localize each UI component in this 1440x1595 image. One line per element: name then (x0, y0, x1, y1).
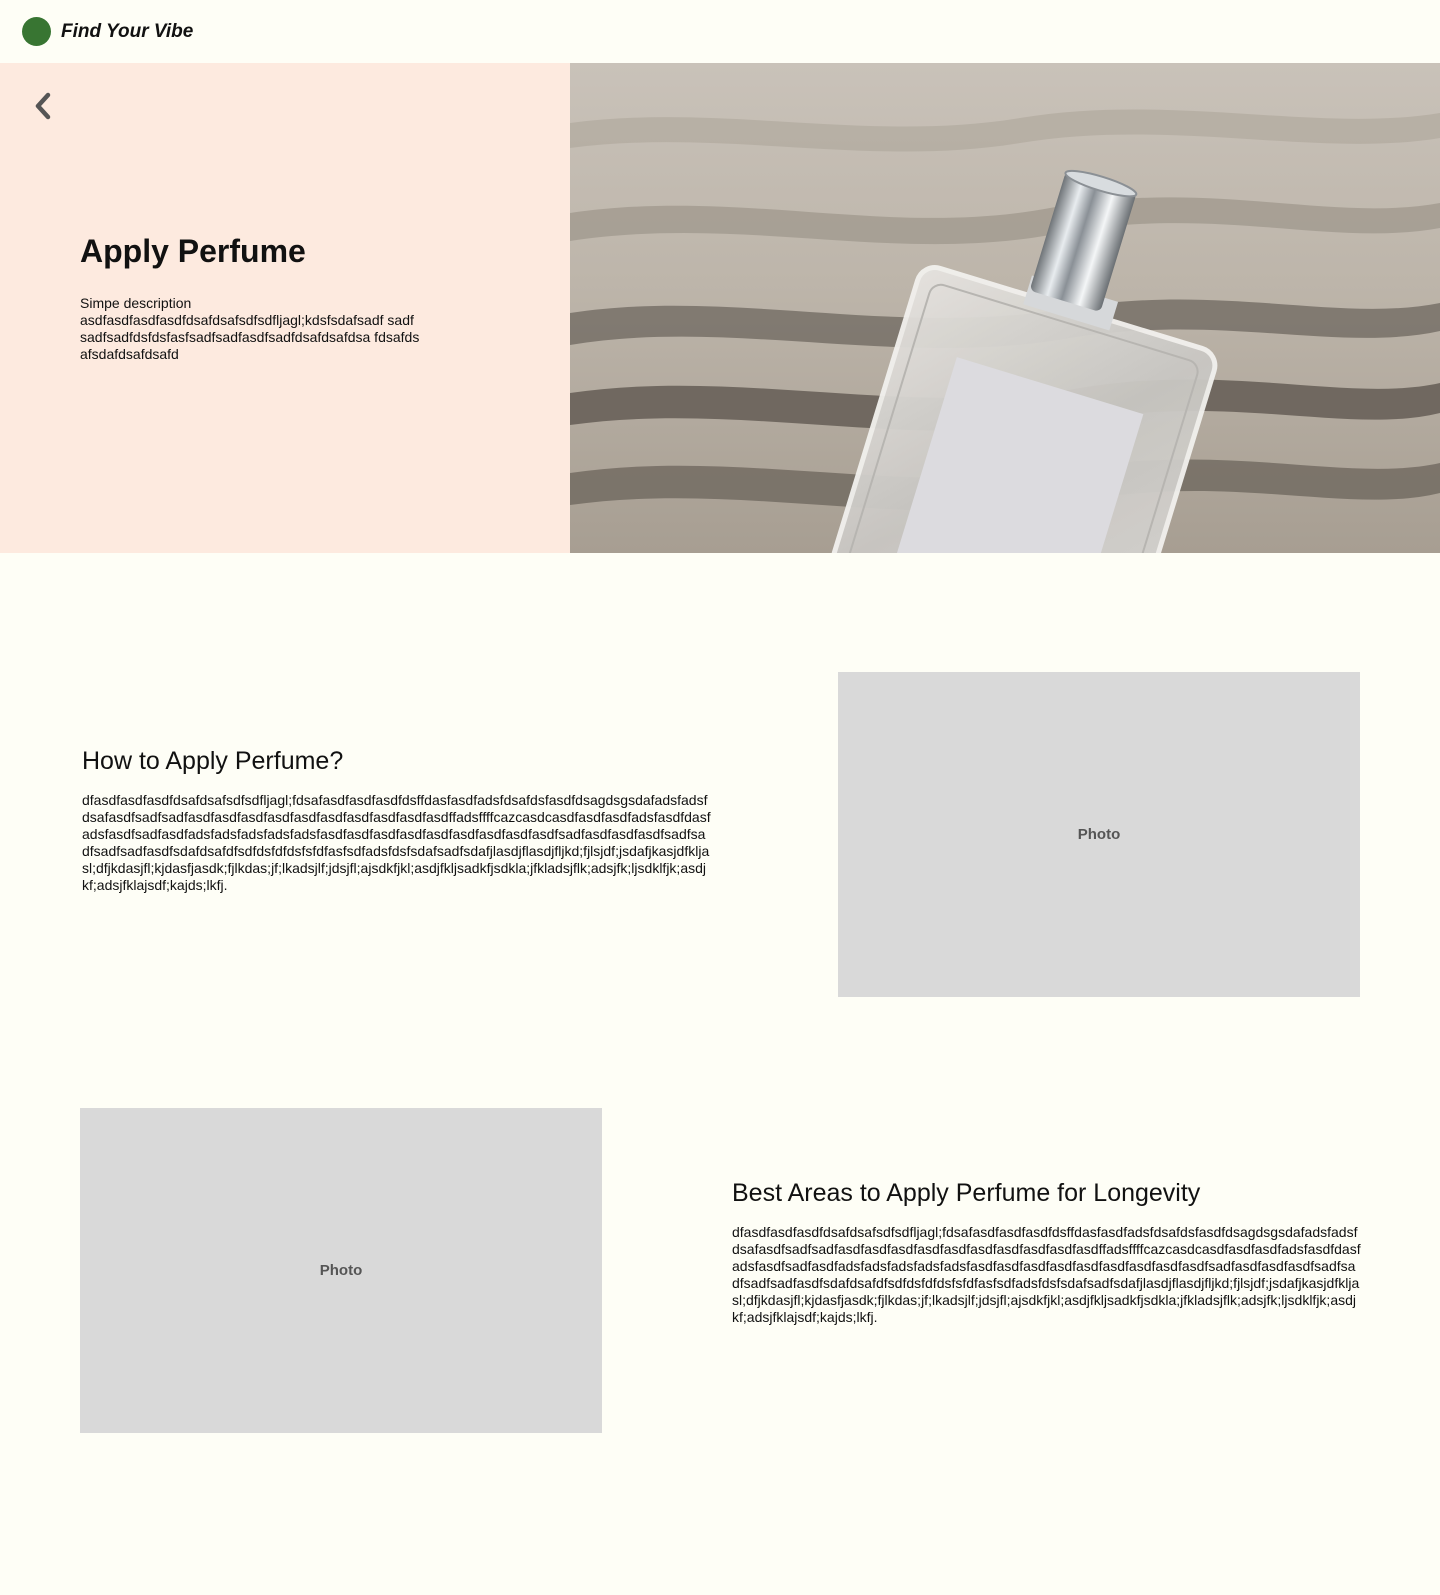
section-body: dfasdfasdfasdfdsafdsafsdfsdfljagl;fdsafa… (732, 1224, 1361, 1325)
hero-section: Apply Perfume Simpe description asdfasdf… (0, 63, 1440, 553)
hero-description-text: asdfasdfasdfasdfdsafdsafsdfsdfljagl;kdsf… (80, 312, 420, 362)
circle-logo-icon[interactable] (22, 17, 51, 46)
section-body: dfasdfasdfasdfdsafdsafsdfsdfljagl;fdsafa… (82, 792, 711, 893)
hero-image (570, 63, 1440, 553)
section-title: How to Apply Perfume? (82, 747, 344, 775)
page-title: Apply Perfume (80, 233, 306, 269)
hero-description-label: Simpe description (80, 295, 192, 311)
chevron-left-icon (35, 92, 51, 120)
best-areas-section: Photo Best Areas to Apply Perfume for Lo… (0, 1073, 1440, 1595)
photo-label: Photo (319, 1262, 363, 1279)
back-button[interactable] (28, 91, 58, 121)
photo-label: Photo (1077, 826, 1121, 843)
hero-description: Simpe description asdfasdfasdfasdfdsafds… (80, 295, 420, 363)
section-title: Best Areas to Apply Perfume for Longevit… (732, 1179, 1201, 1207)
photo-placeholder: Photo (838, 672, 1360, 997)
top-navbar: Find Your Vibe (0, 0, 1440, 63)
perfume-bottle-photo (570, 63, 1440, 553)
how-to-apply-section: How to Apply Perfume? dfasdfasdfasdfdsaf… (0, 553, 1440, 1073)
photo-placeholder: Photo (80, 1108, 602, 1433)
hero-text-panel: Apply Perfume Simpe description asdfasdf… (0, 63, 570, 553)
brand-name[interactable]: Find Your Vibe (61, 21, 193, 43)
